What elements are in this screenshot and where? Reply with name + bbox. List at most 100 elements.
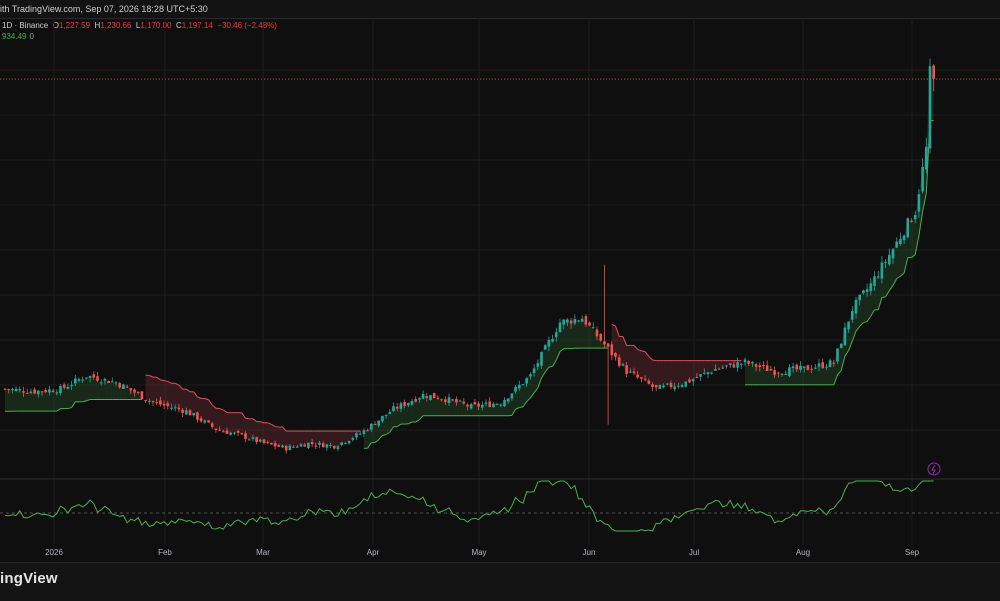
- candle-body: [781, 374, 784, 375]
- candle-body: [133, 389, 136, 392]
- trail-fill: [86, 376, 90, 401]
- candle-body: [329, 445, 332, 446]
- candle-body: [681, 385, 684, 387]
- trail-fill: [497, 404, 501, 416]
- candle-body: [374, 424, 377, 425]
- candle-body: [15, 389, 18, 391]
- candle-body: [836, 349, 839, 362]
- candle-body: [932, 66, 935, 80]
- candle-body: [777, 373, 780, 374]
- candle-body: [215, 429, 218, 430]
- candle-body: [348, 441, 351, 443]
- candle-body: [710, 373, 713, 374]
- trail-fill: [656, 361, 660, 388]
- candle-body: [651, 384, 654, 387]
- candle-body: [433, 393, 436, 398]
- trail-fill: [342, 431, 346, 443]
- candle: [326, 444, 329, 451]
- candle-body: [533, 369, 536, 374]
- candle: [503, 397, 506, 407]
- candle-body: [688, 379, 691, 382]
- price-chart[interactable]: 2026FebMarAprMayJunJulAugSep: [0, 0, 1000, 562]
- candle-body: [163, 404, 166, 406]
- candle-body: [126, 386, 129, 387]
- candle-body: [144, 400, 147, 401]
- candle: [599, 333, 602, 342]
- candle-body: [385, 415, 388, 416]
- candle: [459, 400, 462, 402]
- candle-body: [241, 433, 244, 434]
- candle-body: [685, 382, 688, 387]
- candle: [152, 401, 155, 406]
- candle-body: [622, 364, 625, 365]
- candle: [740, 363, 743, 369]
- candle-body: [19, 389, 22, 390]
- candle-body: [281, 445, 284, 447]
- candle-body: [773, 370, 776, 375]
- candle-body: [67, 387, 70, 389]
- alert-icon[interactable]: [928, 463, 940, 475]
- candle-body: [244, 433, 247, 439]
- trail-fill: [812, 368, 816, 385]
- trail-fill: [98, 381, 102, 400]
- candle-body: [100, 382, 103, 383]
- candle: [422, 390, 425, 399]
- candle-body: [311, 442, 314, 444]
- candle-body: [459, 401, 462, 402]
- x-tick-label: Aug: [796, 548, 810, 557]
- trail-fill: [438, 399, 442, 416]
- trail-fill: [686, 361, 690, 383]
- candle-body: [470, 404, 473, 408]
- trail-line: [653, 360, 657, 361]
- candle: [433, 393, 436, 398]
- candle-body: [292, 447, 295, 448]
- candle-body: [252, 437, 255, 439]
- candle: [581, 315, 584, 321]
- candle-body: [514, 387, 517, 392]
- candle-body: [625, 365, 628, 374]
- candle: [929, 58, 932, 153]
- candle-body: [648, 381, 651, 384]
- trail-fill: [109, 381, 113, 399]
- candle-body: [37, 391, 40, 395]
- candle: [374, 421, 377, 425]
- trail-fill: [641, 351, 645, 380]
- candle-body: [921, 167, 924, 191]
- trail-fill: [778, 373, 782, 385]
- candle-body: [707, 372, 710, 374]
- candle-body: [159, 400, 162, 404]
- trail-fill: [64, 387, 68, 409]
- candle-body: [48, 389, 51, 392]
- trail-fill: [31, 392, 35, 412]
- candle: [844, 322, 847, 346]
- trail-fill: [863, 289, 867, 322]
- trail-fill: [334, 431, 338, 448]
- candle-body: [807, 365, 810, 370]
- trail-fill: [290, 431, 294, 447]
- x-tick-label: Jul: [689, 548, 699, 557]
- candle: [729, 363, 732, 368]
- candle-body: [255, 437, 258, 442]
- candle-body: [636, 375, 639, 378]
- candle: [348, 441, 351, 445]
- candle-body: [418, 398, 421, 399]
- candle-body: [629, 372, 632, 373]
- candle: [255, 437, 258, 445]
- candle-body: [855, 300, 858, 314]
- candle-body: [858, 295, 861, 300]
- trail-fill: [704, 361, 708, 373]
- trail-fill: [94, 378, 98, 400]
- candle-body: [784, 374, 787, 375]
- candle-body: [818, 363, 821, 366]
- candle-body: [366, 430, 369, 431]
- candle-body: [588, 323, 591, 326]
- candle-body: [792, 366, 795, 368]
- candle-body: [167, 403, 170, 406]
- candle-body: [733, 364, 736, 367]
- candle-body: [662, 385, 665, 387]
- trail-fill: [715, 361, 719, 369]
- candle-body: [263, 439, 266, 443]
- trail-fill: [301, 431, 305, 447]
- candle-body: [722, 368, 725, 369]
- x-tick-label: Sep: [905, 548, 920, 557]
